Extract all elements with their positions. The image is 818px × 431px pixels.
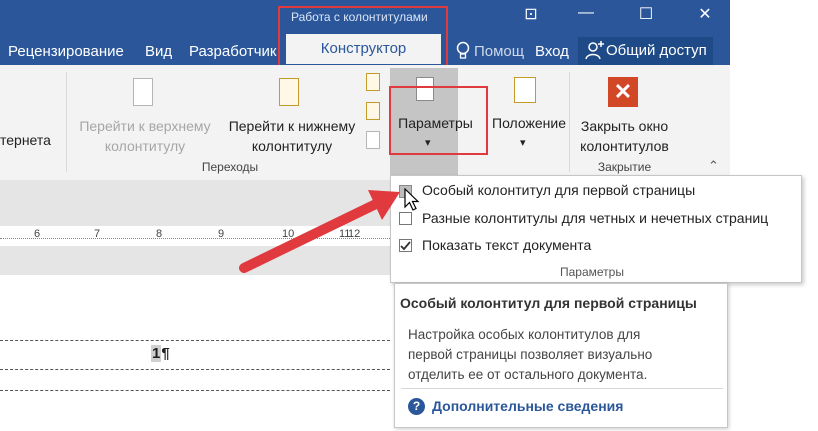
- light-bulb-icon: [456, 41, 470, 61]
- next-section-icon[interactable]: [366, 102, 380, 120]
- group-separator: [569, 72, 570, 172]
- tooltip-text: первой страницы позволяет визуально: [408, 347, 653, 362]
- cursor-icon: [404, 188, 420, 211]
- position-button[interactable]: Положение: [490, 113, 568, 133]
- highlight-box-params: [389, 86, 488, 155]
- navigation-group-label: Переходы: [201, 160, 259, 174]
- tooltip-text: Настройка особых колонтитулов для: [408, 327, 641, 342]
- params-group-label: Параметры: [560, 265, 624, 279]
- share-label: Общий доступ: [606, 42, 707, 59]
- tell-me-input[interactable]: Помощ: [474, 43, 524, 60]
- close-group-label: Закрытие: [597, 160, 652, 174]
- previous-section-icon[interactable]: [366, 73, 380, 91]
- footer-boundary-line: [0, 369, 390, 370]
- go-to-header-button[interactable]: Перейти к верхнему колонтитулу: [70, 116, 220, 156]
- help-icon: ?: [408, 398, 425, 415]
- header-go-icon: [133, 78, 153, 106]
- group-separator: [66, 72, 67, 172]
- partial-ribbon-label: тернета: [0, 132, 51, 148]
- tell-me-more-link[interactable]: Дополнительные сведения: [432, 398, 623, 414]
- pilcrow: ¶: [161, 345, 170, 362]
- arrow-annotation: [239, 190, 400, 273]
- person-add-icon: [584, 41, 604, 61]
- page-number: 1: [151, 345, 162, 362]
- close-header-footer-button[interactable]: Закрыть окно колонтитулов: [572, 116, 677, 156]
- header-boundary-line: [0, 340, 390, 341]
- maximize-button[interactable]: ☐: [626, 4, 666, 24]
- tooltip-text: отделить ее от остального документа.: [408, 367, 648, 382]
- sign-in-link[interactable]: Вход: [535, 43, 569, 60]
- close-x-icon: ✕: [608, 77, 638, 107]
- footer-boundary-line: [0, 390, 390, 391]
- first-page-option[interactable]: Особый колонтитул для первой страницы: [422, 182, 695, 198]
- odd-even-option[interactable]: Разные колонтитулы для четных и нечетных…: [422, 210, 768, 226]
- tooltip-title: Особый колонтитул для первой страницы: [400, 295, 697, 311]
- position-icon: [514, 77, 536, 103]
- collapse-ribbon-button[interactable]: ⌃: [708, 158, 719, 174]
- page-number-field[interactable]: 1¶: [151, 345, 170, 362]
- show-text-option[interactable]: Показать текст документа: [422, 237, 591, 253]
- highlight-box-design-tab: [278, 6, 448, 67]
- minimize-button[interactable]: —: [566, 4, 606, 22]
- link-to-previous-icon[interactable]: [366, 131, 380, 149]
- ribbon-display-options-button[interactable]: ⊡: [511, 4, 551, 24]
- tab-review[interactable]: Рецензирование: [8, 43, 124, 60]
- close-window-button[interactable]: ✕: [685, 4, 725, 24]
- tooltip-separator: [401, 388, 723, 389]
- go-to-footer-button[interactable]: Перейти к нижнему колонтитулу: [217, 116, 367, 156]
- position-dropdown-caret: ▾: [520, 137, 526, 149]
- share-button[interactable]: Общий доступ: [578, 37, 713, 65]
- footer-go-icon: [279, 78, 299, 106]
- tab-developer[interactable]: Разработчик: [189, 43, 276, 60]
- tab-view[interactable]: Вид: [145, 43, 172, 60]
